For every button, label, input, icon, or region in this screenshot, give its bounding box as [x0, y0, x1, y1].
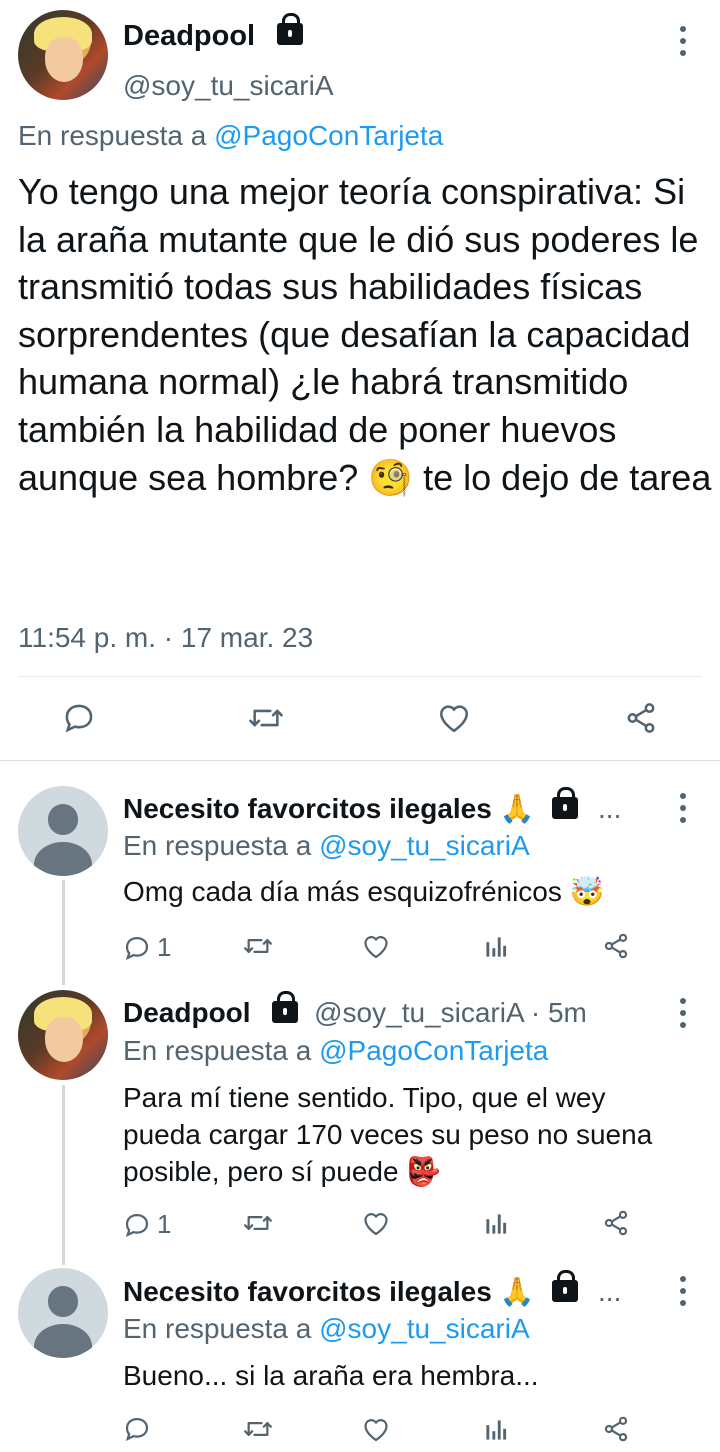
reply-avatar[interactable] [18, 786, 108, 876]
reply-text: Bueno... si la araña era hembra... [123, 1360, 539, 1391]
reply-prefix: En respuesta a [123, 1035, 312, 1066]
reply-count: 1 [157, 932, 172, 962]
reply-text: Omg cada día más esquizofrénicos 🤯 [123, 876, 605, 907]
reply-author-name[interactable]: Necesito favorcitos ilegales 🙏 ... [123, 786, 622, 825]
name-ellipsis: ... [598, 1276, 622, 1307]
reply-prefix: En respuesta a [123, 1313, 312, 1344]
share-icon [627, 703, 655, 733]
tweet-timestamp[interactable]: 11:54 p. m. · 17 mar. 23 [18, 622, 313, 654]
reply-target-link[interactable]: @PagoConTarjeta [214, 120, 443, 151]
retweet-icon [249, 709, 283, 727]
views-icon [486, 937, 507, 957]
retweet-button[interactable] [247, 701, 285, 735]
reply-author-name[interactable]: Necesito favorcitos ilegales 🙏 ... [123, 1269, 622, 1308]
like-button[interactable] [362, 1416, 390, 1443]
share-button[interactable] [602, 1209, 630, 1237]
avatar-body [34, 1323, 92, 1358]
author-avatar[interactable] [18, 10, 108, 100]
retweet-icon [244, 939, 272, 953]
lock-icon [552, 786, 579, 819]
more-icon[interactable] [679, 998, 687, 1028]
avatar-face [45, 1017, 83, 1062]
views-icon [486, 1420, 507, 1440]
like-icon [439, 705, 469, 733]
reply-prefix: En respuesta a [18, 120, 207, 151]
share-icon [604, 1210, 628, 1236]
retweet-icon [244, 1422, 272, 1436]
name-ellipsis: ... [598, 793, 622, 824]
reply-target-link[interactable]: @soy_tu_sicariA [319, 830, 530, 861]
tweet-text: Yo tengo una mejor teoría conspirativa: … [18, 168, 713, 501]
lock-icon [272, 990, 299, 1023]
tweet-text-part2: te lo dejo de tarea [423, 456, 712, 498]
thread-line [62, 1085, 65, 1265]
views-button[interactable] [484, 1418, 508, 1442]
reply-icon [125, 1417, 149, 1442]
avatar-body [34, 841, 92, 876]
more-icon[interactable] [679, 1276, 687, 1306]
reply-to-line: En respuesta a @soy_tu_sicariA [123, 830, 530, 862]
reply-button[interactable] [62, 701, 96, 735]
share-button[interactable] [624, 701, 658, 735]
reply-to-line: En respuesta a @PagoConTarjeta [18, 120, 443, 152]
reply-avatar[interactable] [18, 1268, 108, 1358]
author-name-text: Deadpool [123, 20, 256, 52]
like-button[interactable] [362, 933, 390, 960]
views-button[interactable] [484, 935, 508, 959]
reply-target-link[interactable]: @soy_tu_sicariA [319, 1313, 530, 1344]
share-icon [604, 933, 628, 959]
divider [18, 676, 702, 677]
lock-icon [277, 13, 304, 46]
share-button[interactable] [602, 932, 630, 960]
like-button[interactable] [437, 702, 471, 734]
reply-author-handle: @soy_tu_sicariA · 5m [314, 997, 587, 1028]
like-icon [364, 936, 388, 959]
views-button[interactable] [484, 1212, 508, 1236]
reply-author-name[interactable]: Deadpool @soy_tu_sicariA · 5m [123, 990, 587, 1029]
like-button[interactable] [362, 1210, 390, 1237]
like-icon [364, 1419, 388, 1442]
author-name[interactable]: Deadpool [123, 13, 304, 53]
reply-author-name-text: Deadpool [123, 997, 251, 1028]
reply-button[interactable]: 1 [123, 932, 171, 963]
reply-prefix: En respuesta a [123, 830, 312, 861]
reply-author-name-text: Necesito favorcitos ilegales 🙏 [123, 793, 535, 824]
retweet-icon [244, 1216, 272, 1230]
retweet-button[interactable] [242, 932, 274, 960]
avatar-head [47, 804, 79, 835]
thread-line [62, 880, 65, 985]
monocle-face-emoji: 🧐 [368, 456, 414, 498]
section-divider [0, 760, 720, 761]
reply-target-link[interactable]: @PagoConTarjeta [319, 1035, 548, 1066]
reply-button[interactable] [123, 1415, 151, 1443]
reply-avatar[interactable] [18, 990, 108, 1080]
reply-button[interactable]: 1 [123, 1209, 171, 1240]
more-icon[interactable] [679, 26, 687, 56]
share-button[interactable] [602, 1415, 630, 1443]
views-icon [486, 1214, 507, 1234]
reply-to-line: En respuesta a @soy_tu_sicariA [123, 1313, 530, 1345]
reply-count: 1 [157, 1209, 172, 1239]
avatar-face [45, 37, 83, 82]
share-icon [604, 1416, 628, 1442]
reply-icon [125, 1213, 149, 1237]
like-icon [364, 1213, 388, 1236]
reply-icon [125, 936, 149, 960]
reply-author-name-text: Necesito favorcitos ilegales 🙏 [123, 1276, 535, 1307]
reply-text: Para mí tiene sentido. Tipo, que el wey … [123, 1082, 653, 1187]
retweet-button[interactable] [242, 1415, 274, 1443]
lock-icon [552, 1269, 579, 1302]
tweet-text-part1: Yo tengo una mejor teoría conspirativa: … [18, 171, 699, 498]
avatar-head [47, 1286, 79, 1317]
author-handle[interactable]: @soy_tu_sicariA [123, 70, 334, 102]
more-icon[interactable] [679, 793, 687, 823]
reply-to-line: En respuesta a @PagoConTarjeta [123, 1035, 548, 1067]
retweet-button[interactable] [242, 1209, 274, 1237]
reply-icon [65, 704, 93, 733]
